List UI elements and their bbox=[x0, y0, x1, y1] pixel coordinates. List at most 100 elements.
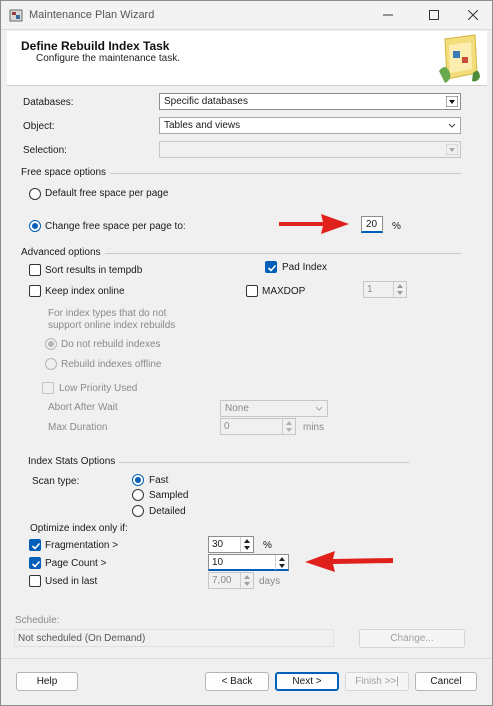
cancel-button[interactable]: Cancel bbox=[415, 672, 477, 691]
pad-index-label: Pad Index bbox=[282, 262, 328, 273]
optimize-label: Optimize index only if: bbox=[30, 523, 128, 534]
red-arrow-annotation-icon bbox=[279, 214, 349, 234]
back-button[interactable]: < Back bbox=[205, 672, 269, 691]
databases-dropdown[interactable]: Specific databases bbox=[159, 93, 461, 110]
selection-dropdown[interactable] bbox=[159, 141, 461, 158]
dropdown-arrow-icon bbox=[446, 96, 458, 107]
change-free-space-label: Change free space per page to: bbox=[45, 221, 186, 232]
spinner-buttons bbox=[240, 573, 253, 588]
spin-up-icon bbox=[397, 283, 403, 288]
spin-down-button[interactable] bbox=[241, 544, 253, 551]
checkmark-icon bbox=[267, 264, 277, 272]
rebuild-offline-label: Rebuild indexes offline bbox=[61, 359, 162, 370]
section-divider bbox=[97, 253, 461, 254]
close-button[interactable] bbox=[458, 5, 488, 25]
scan-type-label: Scan type: bbox=[32, 476, 80, 487]
spin-down-button[interactable] bbox=[241, 580, 253, 587]
fragmentation-checkbox[interactable] bbox=[29, 539, 41, 551]
spin-down-icon bbox=[279, 563, 285, 568]
spin-up-icon bbox=[244, 574, 250, 579]
scan-detailed-label: Detailed bbox=[149, 506, 186, 517]
fragmentation-value: 30 bbox=[212, 539, 224, 550]
close-icon bbox=[468, 10, 478, 20]
spinner-buttons bbox=[393, 282, 406, 297]
minimize-icon bbox=[383, 14, 393, 16]
schedule-label: Schedule: bbox=[15, 615, 60, 626]
app-icon bbox=[9, 9, 23, 22]
finish-button[interactable]: Finish >>| bbox=[345, 672, 409, 691]
online-note-line2: support online index rebuilds bbox=[48, 320, 176, 331]
spin-up-button[interactable] bbox=[394, 282, 406, 289]
fragmentation-unit: % bbox=[263, 540, 272, 551]
free-space-percent-unit: % bbox=[392, 221, 401, 232]
maxdop-value: 1 bbox=[367, 284, 373, 295]
sort-tempdb-checkbox[interactable] bbox=[29, 264, 41, 276]
mins-unit: mins bbox=[303, 422, 325, 433]
object-dropdown[interactable]: Tables and views bbox=[159, 117, 461, 134]
fragmentation-spinner[interactable]: 30 bbox=[208, 536, 254, 553]
sort-tempdb-label: Sort results in tempdb bbox=[45, 265, 143, 276]
abort-after-wait-label: Abort After Wait bbox=[48, 402, 118, 413]
bottom-divider bbox=[1, 658, 492, 659]
dropdown-arrow-icon bbox=[446, 144, 458, 155]
page-title: Define Rebuild Index Task bbox=[21, 39, 170, 53]
low-priority-checkbox[interactable] bbox=[42, 382, 54, 394]
free-space-section-label: Free space options bbox=[21, 167, 111, 178]
used-in-last-spinner[interactable]: 7,00 bbox=[208, 572, 254, 589]
page-count-checkbox[interactable] bbox=[29, 557, 41, 569]
wizard-art-icon bbox=[439, 34, 480, 83]
maxdop-label: MAXDOP bbox=[262, 286, 306, 297]
free-space-percent-input[interactable]: 20 bbox=[361, 216, 383, 233]
help-button[interactable]: Help bbox=[16, 672, 78, 691]
section-divider bbox=[105, 173, 461, 174]
used-in-last-value: 7,00 bbox=[212, 575, 232, 586]
page-count-spinner[interactable]: 10 bbox=[208, 554, 289, 571]
red-arrow-annotation-icon bbox=[305, 551, 393, 572]
wizard-header: Define Rebuild Index Task Configure the … bbox=[7, 31, 487, 86]
spin-down-icon bbox=[244, 581, 250, 586]
abort-after-wait-dropdown[interactable]: None bbox=[220, 400, 328, 417]
page-count-value: 10 bbox=[212, 557, 224, 568]
do-not-rebuild-radio[interactable] bbox=[45, 338, 57, 350]
rebuild-offline-radio[interactable] bbox=[45, 358, 57, 370]
spin-down-button[interactable] bbox=[283, 426, 295, 433]
spinner-buttons bbox=[275, 555, 288, 570]
used-in-last-label: Used in last bbox=[45, 576, 98, 587]
keep-online-checkbox[interactable] bbox=[29, 285, 41, 297]
abort-after-wait-value: None bbox=[225, 403, 249, 414]
schedule-display: Not scheduled (On Demand) bbox=[14, 629, 334, 647]
free-space-percent-value: 20 bbox=[366, 219, 378, 230]
maxdop-spinner[interactable]: 1 bbox=[363, 281, 407, 298]
spin-down-button[interactable] bbox=[276, 562, 288, 569]
days-unit: days bbox=[259, 576, 281, 587]
maxdop-checkbox[interactable] bbox=[246, 285, 258, 297]
spin-up-button[interactable] bbox=[241, 573, 253, 580]
checkmark-icon bbox=[31, 560, 41, 568]
default-free-space-label: Default free space per page bbox=[45, 188, 169, 199]
max-duration-spinner[interactable]: 0 bbox=[220, 418, 296, 435]
scan-detailed-radio[interactable] bbox=[132, 505, 144, 517]
spin-down-button[interactable] bbox=[394, 289, 406, 296]
scan-sampled-radio[interactable] bbox=[132, 489, 144, 501]
max-duration-value: 0 bbox=[224, 421, 230, 432]
used-in-last-checkbox[interactable] bbox=[29, 575, 41, 587]
spin-up-button[interactable] bbox=[241, 537, 253, 544]
change-schedule-button[interactable]: Change... bbox=[359, 629, 465, 648]
advanced-options-section-label: Advanced options bbox=[21, 247, 105, 258]
selection-label: Selection: bbox=[23, 145, 67, 156]
databases-value: Specific databases bbox=[164, 96, 248, 107]
next-button[interactable]: Next > bbox=[275, 672, 339, 691]
minimize-button[interactable] bbox=[373, 5, 403, 25]
scan-fast-radio[interactable] bbox=[132, 474, 144, 486]
index-stats-section-label: Index Stats Options bbox=[28, 456, 120, 467]
pad-index-checkbox[interactable] bbox=[265, 261, 277, 273]
spin-up-button[interactable] bbox=[283, 419, 295, 426]
maximize-button[interactable] bbox=[419, 5, 449, 25]
default-free-space-radio[interactable] bbox=[29, 188, 41, 200]
change-free-space-radio[interactable] bbox=[29, 220, 41, 232]
spin-up-button[interactable] bbox=[276, 555, 288, 562]
online-note-line1: For index types that do not bbox=[48, 308, 167, 319]
spin-up-icon bbox=[279, 556, 285, 561]
page-subtitle: Configure the maintenance task. bbox=[36, 53, 180, 64]
spin-down-icon bbox=[244, 545, 250, 550]
